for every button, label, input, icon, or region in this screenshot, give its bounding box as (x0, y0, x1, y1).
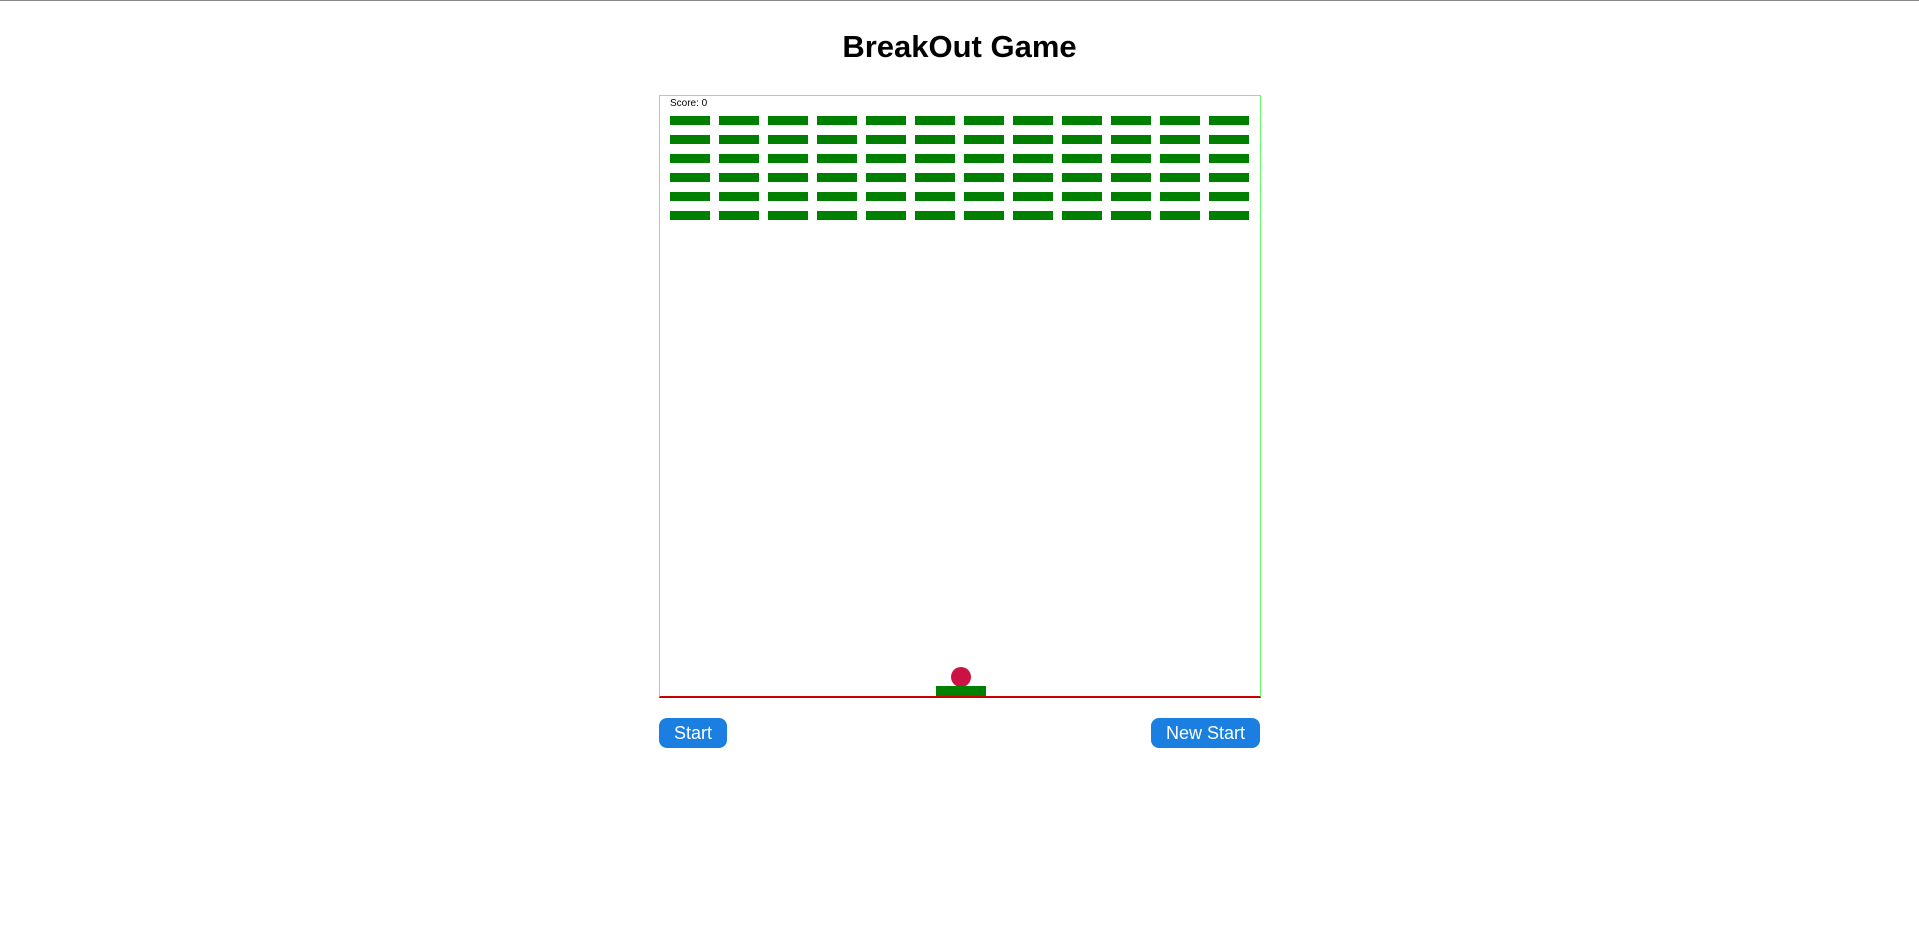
brick (817, 116, 857, 125)
brick (719, 173, 759, 182)
brick (1160, 192, 1200, 201)
brick (1111, 211, 1151, 220)
brick (719, 135, 759, 144)
brick (964, 211, 1004, 220)
brick (768, 173, 808, 182)
brick (719, 154, 759, 163)
brick (768, 135, 808, 144)
game-board[interactable]: Score: 0 (659, 95, 1261, 698)
brick (670, 135, 710, 144)
brick (1062, 116, 1102, 125)
brick (1111, 173, 1151, 182)
brick (866, 135, 906, 144)
brick (964, 116, 1004, 125)
brick (1013, 154, 1053, 163)
brick (915, 173, 955, 182)
brick (915, 116, 955, 125)
brick (768, 116, 808, 125)
brick (866, 116, 906, 125)
top-divider (0, 0, 1919, 1)
brick (670, 192, 710, 201)
brick (768, 192, 808, 201)
paddle[interactable] (936, 686, 986, 696)
brick (1013, 173, 1053, 182)
brick (964, 135, 1004, 144)
brick (817, 173, 857, 182)
brick (1160, 154, 1200, 163)
brick (1062, 211, 1102, 220)
brick (964, 192, 1004, 201)
brick (670, 116, 710, 125)
brick (964, 173, 1004, 182)
brick (1111, 116, 1151, 125)
brick (866, 211, 906, 220)
brick (915, 135, 955, 144)
brick (1111, 154, 1151, 163)
brick (817, 154, 857, 163)
brick (670, 154, 710, 163)
brick (915, 211, 955, 220)
brick (1062, 173, 1102, 182)
brick (1062, 192, 1102, 201)
brick (1013, 211, 1053, 220)
brick (1160, 173, 1200, 182)
brick (1062, 154, 1102, 163)
brick (1111, 192, 1151, 201)
brick (915, 154, 955, 163)
brick (670, 211, 710, 220)
brick (817, 211, 857, 220)
brick (915, 192, 955, 201)
brick (670, 173, 710, 182)
brick (817, 135, 857, 144)
score-display: Score: 0 (670, 98, 708, 109)
brick (964, 154, 1004, 163)
brick (1209, 154, 1249, 163)
brick (1209, 135, 1249, 144)
brick (817, 192, 857, 201)
brick (1013, 116, 1053, 125)
start-button[interactable]: Start (659, 718, 727, 748)
brick (1013, 192, 1053, 201)
brick (1160, 211, 1200, 220)
brick (1209, 116, 1249, 125)
brick (719, 192, 759, 201)
brick (1111, 135, 1151, 144)
brick (1209, 211, 1249, 220)
brick (1013, 135, 1053, 144)
brick (1209, 192, 1249, 201)
brick (866, 154, 906, 163)
brick (866, 173, 906, 182)
brick (719, 211, 759, 220)
new-start-button[interactable]: New Start (1151, 718, 1260, 748)
brick (1209, 173, 1249, 182)
page-title: BreakOut Game (842, 29, 1077, 64)
brick (1062, 135, 1102, 144)
brick (768, 211, 808, 220)
brick (1160, 116, 1200, 125)
brick (719, 116, 759, 125)
ball (951, 667, 971, 687)
brick (1160, 135, 1200, 144)
brick (768, 154, 808, 163)
brick (866, 192, 906, 201)
